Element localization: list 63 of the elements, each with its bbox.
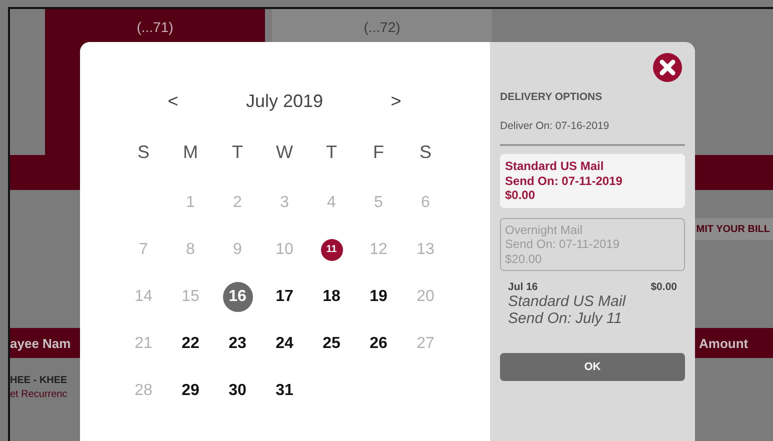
calendar-day[interactable]: 30 [228,382,246,400]
calendar-day: 9 [233,240,242,258]
calendar-day[interactable]: 17 [276,288,294,306]
option-send-date: Send On: 07-11-2019 [505,174,622,188]
weekday-label: S [137,142,150,162]
account-number: (...71) [136,19,174,35]
calendar-day[interactable]: 24 [276,334,294,352]
ok-button[interactable]: OK [500,353,685,381]
recurrence-link[interactable]: et Recurrenc [10,388,68,402]
previous-month-button[interactable]: < [120,90,226,112]
weekday-label: T [232,142,243,162]
calendar-day: 27 [416,334,434,352]
panel-title: DELIVERY OPTIONS [500,91,604,103]
close-icon[interactable] [653,53,682,82]
weekday-label: M [183,142,198,162]
calendar-day[interactable]: 11 [320,238,342,260]
calendar-day[interactable]: 26 [370,334,388,352]
option-method: Overnight Mail [505,222,582,237]
deliver-date: Deliver On: 07-16-2019 [500,120,610,132]
calendar-day: 13 [416,240,434,258]
summary-send-date: Send On: July 11 [508,310,622,327]
calendar-day: 5 [374,194,383,212]
calendar-day: 14 [134,288,152,306]
calendar-day: 10 [276,240,294,258]
option-send-date: Send On: 07-11-2019 [505,237,620,252]
calendar-day: 1 [186,194,195,212]
calendar-day: 6 [421,194,430,212]
column-header: Amount [699,336,750,350]
account-number: (...72) [364,19,400,35]
delivery-option[interactable]: Standard US Mail Send On: 07-11-2019 $0.00 [500,154,685,208]
calendar-day: 7 [139,240,148,258]
weekday-label: F [373,142,384,162]
table-cell: HEE - KHEE [10,374,68,388]
calendar-day[interactable]: 29 [182,382,200,400]
calendar-day[interactable]: 25 [322,334,340,352]
weekday-label: W [276,142,293,162]
calendar-day: 2 [233,194,242,212]
summary-date: Jul 16 [508,281,538,293]
calendar-day: 3 [280,194,289,212]
calendar-day: 20 [416,288,434,306]
option-method: Standard US Mail [505,159,604,174]
option-price: $20.00 [505,252,542,266]
calendar-day: 4 [327,194,336,212]
option-price: $0.00 [505,188,536,202]
calendar-day[interactable]: 31 [276,382,294,400]
calendar-day: 28 [134,382,152,400]
calendar-day: 21 [134,334,152,352]
calendar-day: 12 [370,240,388,258]
weekday-label: S [419,142,432,162]
month-title: July 2019 [244,90,324,112]
next-month-button[interactable]: > [343,90,449,112]
calendar-day[interactable]: 19 [370,288,388,306]
summary-amount: $0.00 [650,281,677,293]
calendar-day: 15 [182,288,200,306]
calendar-day[interactable]: 18 [322,288,340,306]
submit-bill-button[interactable]: MIT YOUR BILL [695,218,773,240]
column-header: ayee Nam [10,336,71,350]
calendar-day[interactable]: 16 [222,282,252,312]
calendar-day[interactable]: 23 [228,334,246,352]
calendar-day: 8 [186,240,195,258]
weekday-label: T [326,142,337,162]
calendar-day[interactable]: 22 [182,334,200,352]
summary-method: Standard US Mail [508,293,626,310]
